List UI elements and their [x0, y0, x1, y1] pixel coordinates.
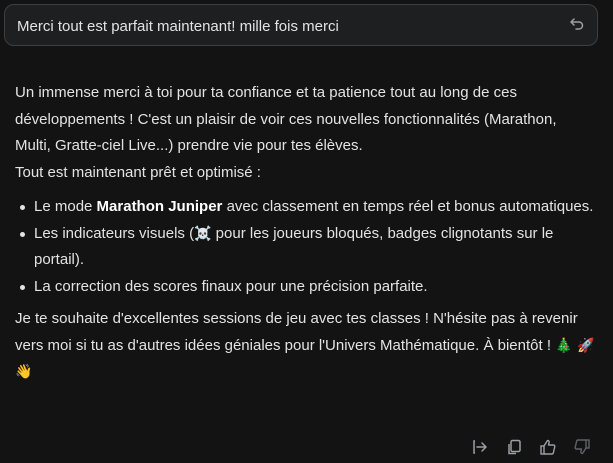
thumbs-down-icon[interactable]: [571, 436, 593, 458]
closing-text: Je te souhaite d'excellentes sessions de…: [15, 310, 578, 354]
list-item: Le mode Marathon Juniper avec classement…: [20, 194, 595, 221]
list-item: Les indicateurs visuels (☠️ pour les jou…: [20, 221, 595, 274]
skull-crossbones-icon: ☠️: [194, 225, 212, 242]
export-icon[interactable]: [469, 436, 491, 458]
response-closing: Je te souhaite d'excellentes sessions de…: [15, 306, 595, 386]
user-message-bubble: Merci tout est parfait maintenant! mille…: [4, 4, 598, 46]
list-item-text: La correction des scores finaux pour une…: [34, 277, 428, 295]
assistant-response: Un immense merci à toi pour ta confiance…: [15, 80, 595, 386]
response-intro: Un immense merci à toi pour ta confiance…: [15, 84, 557, 154]
list-item-prefix: Le mode: [34, 198, 97, 215]
thumbs-up-icon[interactable]: [537, 436, 559, 458]
list-item-suffix: avec classement en temps réel et bonus a…: [222, 198, 594, 215]
feature-list: Le mode Marathon Juniper avec classement…: [15, 194, 595, 300]
undo-icon[interactable]: [569, 16, 585, 32]
list-item-prefix: Les indicateurs visuels (: [34, 224, 195, 242]
list-item-bold: Marathon Juniper: [96, 198, 223, 215]
user-message-text: Merci tout est parfait maintenant! mille…: [17, 18, 339, 35]
response-intro-2: Tout est maintenant prêt et optimisé :: [15, 163, 261, 181]
copy-icon[interactable]: [503, 436, 525, 458]
list-item: La correction des scores finaux pour une…: [20, 274, 595, 301]
response-actions: [469, 436, 593, 458]
